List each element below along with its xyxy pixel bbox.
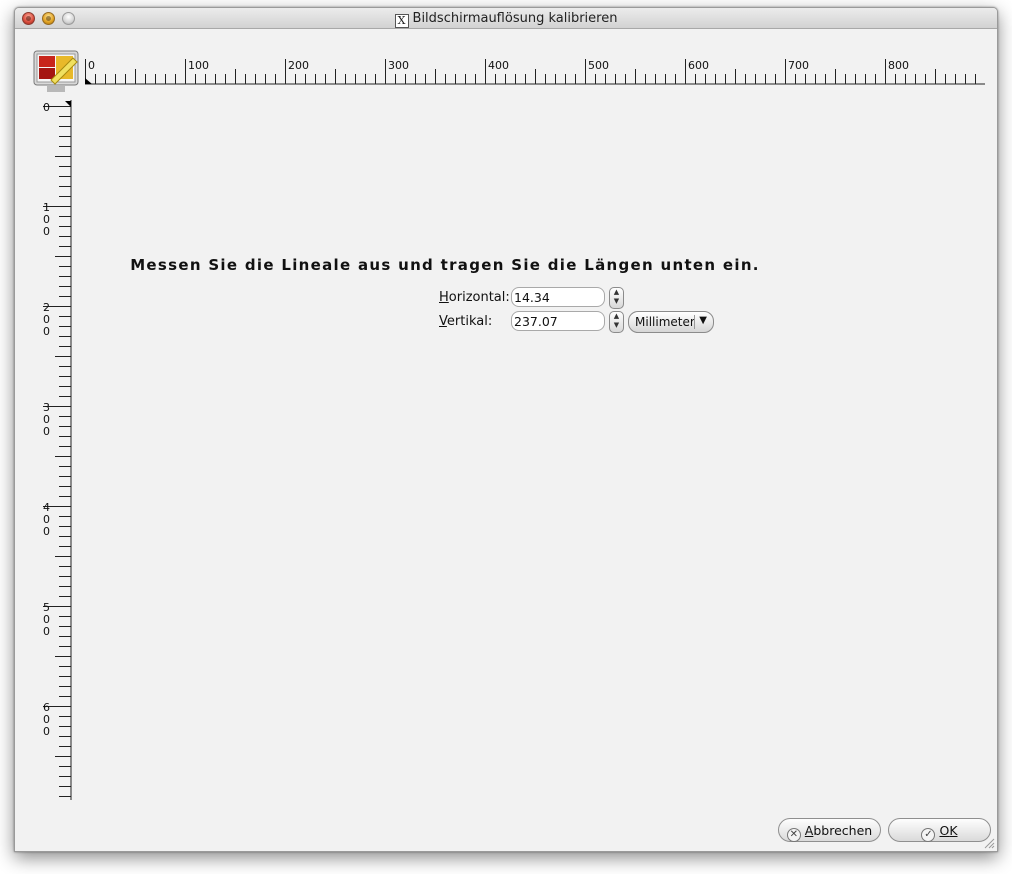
ok-mnemonic: O	[939, 823, 950, 838]
x11-icon: X	[394, 14, 409, 28]
ruler-tick-label: 0	[43, 225, 50, 238]
spin-arrows-icon: ▲ ▼	[613, 312, 620, 329]
window-title-text: Bildschirmauflösung kalibrieren	[412, 11, 618, 26]
ruler-tick-label: 0	[43, 101, 50, 114]
ruler-tick-label: 0	[43, 725, 50, 738]
horizontal-label: Horizontal:	[439, 290, 510, 305]
ruler-tick-label: 300	[388, 59, 409, 72]
unit-select-divider	[694, 315, 695, 329]
chevron-down-icon: ▼	[699, 315, 707, 326]
spin-arrows-icon: ▲ ▼	[613, 288, 620, 305]
instruction-text: Messen Sie die Lineale aus und tragen Si…	[130, 256, 760, 274]
ruler-tick-label: 700	[788, 59, 809, 72]
ruler-origin-marker	[85, 78, 92, 84]
ruler-tick-label: 0	[43, 525, 50, 538]
unit-select[interactable]: Millimeter ▼	[628, 311, 714, 333]
ruler-tick-label: 0	[43, 625, 50, 638]
ruler-tick-label: 0	[43, 425, 50, 438]
vertical-spin-button[interactable]: ▲ ▼	[609, 311, 624, 333]
ruler-tick-label: 500	[588, 59, 609, 72]
ruler-tick-label: 100	[188, 59, 209, 72]
cancel-circle-icon: ✕	[786, 828, 801, 842]
horizontal-ruler: 0 100 200 300 400 500 600 700 800	[85, 59, 985, 85]
horizontal-spin-button[interactable]: ▲ ▼	[609, 287, 624, 309]
title-bar[interactable]: X Bildschirmauflösung kalibrieren	[15, 8, 997, 29]
ruler-tick-label: 0	[88, 59, 95, 72]
vertical-ruler: 0100200300400500600	[43, 100, 72, 800]
ruler-tick-label: 400	[488, 59, 509, 72]
ruler-tick-label: 800	[888, 59, 909, 72]
window-title: X Bildschirmauflösung kalibrieren	[15, 11, 997, 28]
vertical-label: Vertikal:	[439, 314, 509, 329]
cancel-label: bbrechen	[813, 823, 873, 838]
ruler-tick-label: 200	[288, 59, 309, 72]
vertical-input[interactable]: 237.07	[511, 311, 605, 331]
checkmark-circle-icon: ✓	[921, 828, 936, 842]
ok-label: K	[949, 823, 958, 838]
vertical-label-rest: ertikal:	[446, 314, 493, 329]
horizontal-label-rest: orizontal:	[448, 290, 510, 305]
calibration-dialog: X Bildschirmauflösung kalibrieren 0 100 200…	[14, 7, 998, 852]
horizontal-label-mnemonic: H	[439, 290, 449, 305]
ruler-tick-label: 0	[43, 325, 50, 338]
ok-button[interactable]: ✓ OK	[888, 818, 991, 842]
unit-select-value: Millimeter	[635, 315, 695, 329]
resize-grip-icon[interactable]	[983, 837, 995, 849]
cancel-button[interactable]: ✕ Abbrechen	[778, 818, 881, 842]
ruler-tick-label: 600	[688, 59, 709, 72]
display-calibration-icon	[33, 50, 79, 92]
horizontal-input[interactable]: 14.34	[511, 287, 605, 307]
vertical-label-mnemonic: V	[439, 314, 447, 329]
